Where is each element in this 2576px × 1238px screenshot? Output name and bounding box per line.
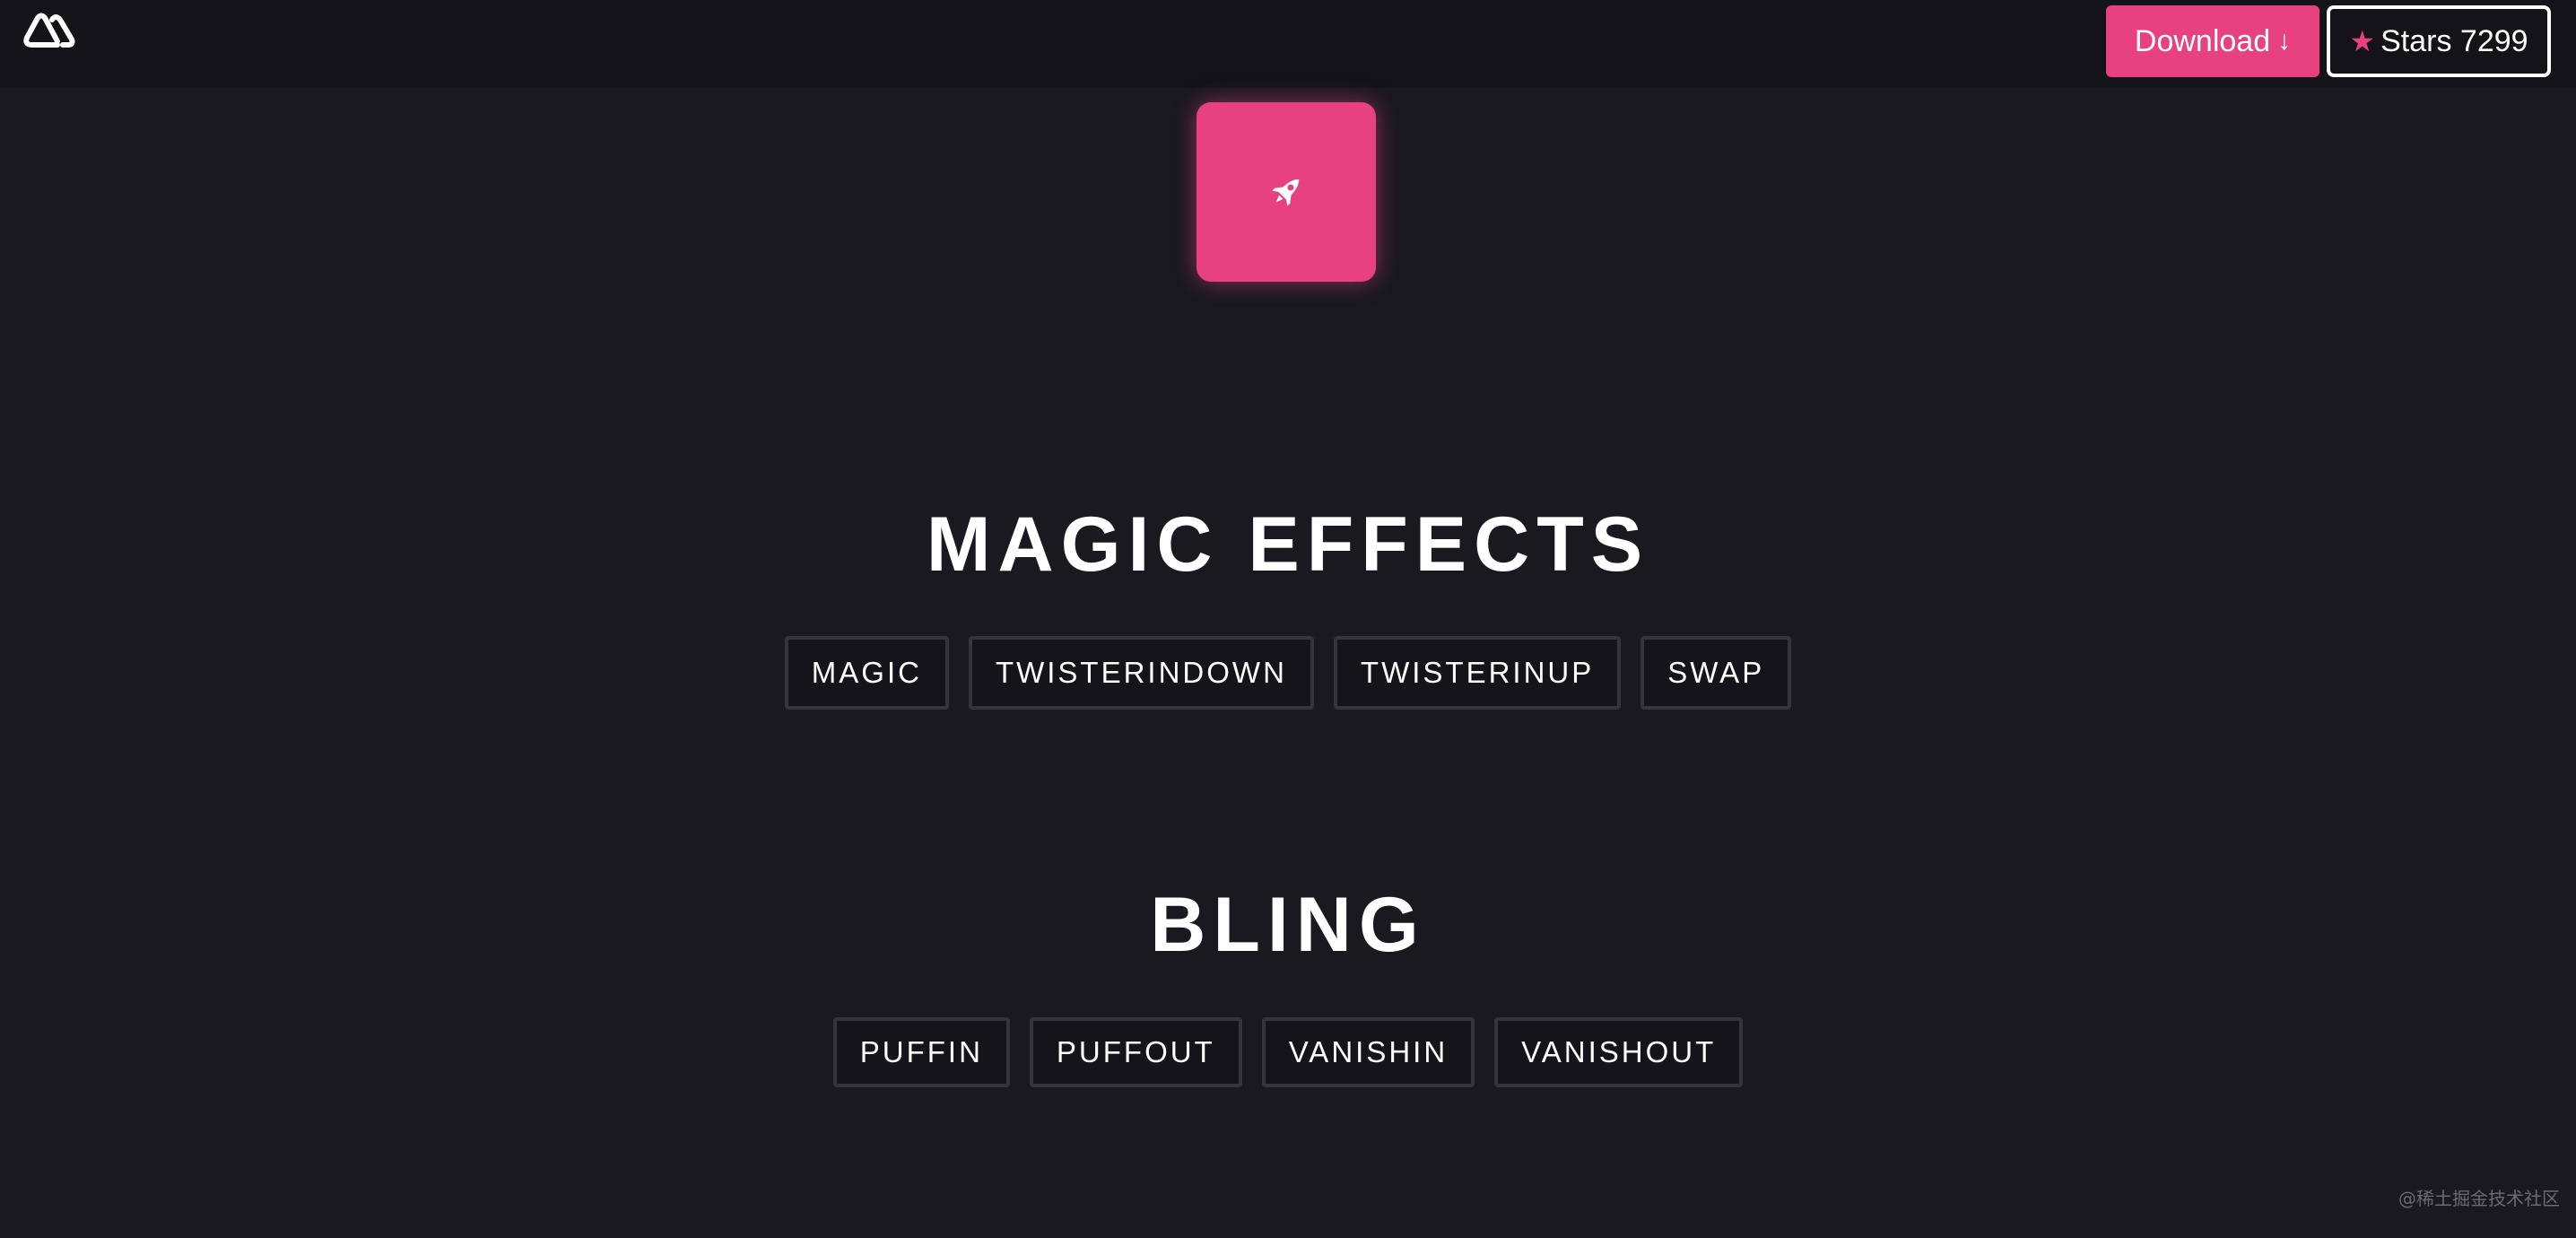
arrow-down-icon: ↓ bbox=[2277, 26, 2292, 56]
effect-button-magic[interactable]: MAGIC bbox=[784, 636, 949, 710]
github-stars-button[interactable]: ★ Stars 7299 bbox=[2327, 5, 2551, 77]
effect-button-twisterindown[interactable]: TWISTERINDOWN bbox=[968, 636, 1314, 710]
animation-demo-box bbox=[1197, 102, 1376, 282]
top-navbar: Download ↓ ★ Stars 7299 bbox=[0, 0, 2576, 88]
magic-effects-button-group: MAGIC TWISTERINDOWN TWISTERINUP SWAP bbox=[0, 636, 2576, 710]
section-title-bling: BLING bbox=[1150, 882, 1426, 968]
effect-button-puffin[interactable]: PUFFIN bbox=[832, 1017, 1010, 1087]
download-button[interactable]: Download ↓ bbox=[2106, 5, 2319, 77]
section-title-magic-effects: MAGIC EFFECTS bbox=[926, 501, 1650, 588]
effect-button-vanishout[interactable]: VANISHOUT bbox=[1494, 1017, 1744, 1087]
effect-button-twisterinup[interactable]: TWISTERINUP bbox=[1333, 636, 1622, 710]
effect-button-vanishin[interactable]: VANISHIN bbox=[1261, 1017, 1475, 1087]
logo-icon[interactable] bbox=[22, 11, 79, 54]
star-icon: ★ bbox=[2349, 25, 2376, 57]
bling-button-group: PUFFIN PUFFOUT VANISHIN VANISHOUT bbox=[0, 1017, 2576, 1087]
effect-button-swap[interactable]: SWAP bbox=[1640, 636, 1792, 710]
effect-button-puffout[interactable]: PUFFOUT bbox=[1029, 1017, 1242, 1087]
watermark: @稀土掘金技术社区 bbox=[2398, 1188, 2560, 1209]
stars-label: Stars 7299 bbox=[2380, 23, 2528, 58]
download-label: Download bbox=[2134, 23, 2271, 58]
rocket-icon bbox=[1272, 179, 1300, 206]
